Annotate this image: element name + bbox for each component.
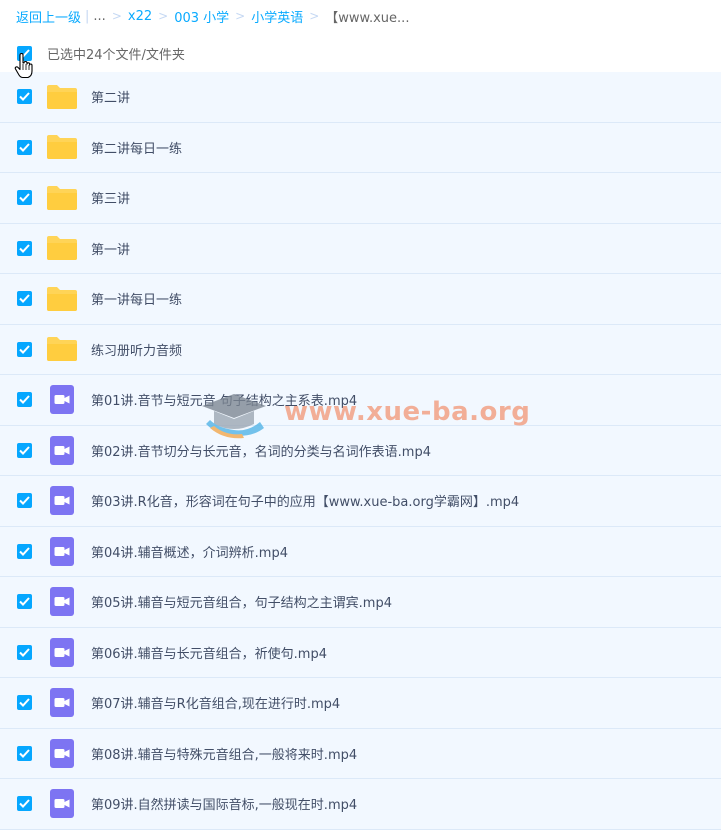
video-file-icon — [46, 434, 78, 466]
watermark: www.xue-ba.org — [198, 384, 530, 440]
check-icon — [19, 698, 30, 708]
check-icon — [19, 496, 30, 506]
breadcrumb-item-english[interactable]: 小学英语 — [251, 7, 303, 26]
row-checkbox[interactable] — [17, 291, 32, 307]
file-name[interactable]: 第一讲 — [91, 239, 130, 258]
check-icon — [19, 294, 30, 304]
video-file-icon — [46, 636, 78, 668]
breadcrumb-item-003[interactable]: 003 小学 — [174, 7, 229, 26]
check-icon — [19, 345, 30, 354]
check-icon — [19, 92, 30, 102]
video-file-icon — [46, 384, 78, 416]
row-checkbox[interactable] — [17, 190, 32, 206]
breadcrumb-separator-icon: > — [111, 9, 122, 23]
row-checkbox[interactable] — [17, 745, 32, 761]
folder-icon — [46, 131, 78, 163]
breadcrumb-current: 【www.xue... — [325, 10, 410, 26]
hand-cursor-icon — [14, 53, 33, 79]
breadcrumb-separator-icon: > — [309, 9, 320, 23]
file-row[interactable]: 第一讲 — [0, 223, 721, 274]
file-name[interactable]: 第06讲.辅音与长元音组合，祈使句.mp4 — [91, 643, 327, 662]
file-name[interactable]: 第一讲每日一练 — [91, 289, 182, 308]
check-icon — [19, 395, 30, 405]
breadcrumb-divider: | — [85, 8, 90, 24]
folder-icon — [46, 283, 78, 315]
row-checkbox[interactable] — [17, 442, 32, 458]
file-name[interactable]: 第09讲.自然拼读与国际音标,一般现在时.mp4 — [91, 794, 357, 813]
file-row[interactable]: 第07讲.辅音与R化音组合,现在进行时.mp4 — [0, 678, 721, 729]
selection-bar: 已选中24个文件/文件夹 — [0, 38, 721, 68]
selection-count: 已选中24个文件/文件夹 — [47, 47, 185, 63]
video-file-icon — [46, 687, 78, 719]
folder-icon — [46, 81, 78, 113]
breadcrumb-ellipsis[interactable]: ... — [93, 9, 105, 24]
file-row[interactable]: 第09讲.自然拼读与国际音标,一般现在时.mp4 — [0, 779, 721, 830]
check-icon — [19, 446, 30, 455]
check-icon — [19, 799, 30, 809]
check-icon — [19, 143, 30, 152]
check-icon — [19, 193, 30, 203]
row-checkbox[interactable] — [17, 796, 32, 812]
file-name[interactable]: 练习册听力音频 — [91, 340, 182, 359]
row-checkbox[interactable] — [17, 543, 32, 559]
check-icon — [19, 597, 30, 607]
breadcrumb: 返回上一级 | ... > x22 > 003 小学 > 小学英语 > 【www… — [16, 5, 409, 27]
file-name[interactable]: 第08讲.辅音与特殊元音组合,一般将来时.mp4 — [91, 744, 357, 763]
row-checkbox[interactable] — [17, 240, 32, 256]
graduation-cap-logo-icon — [202, 394, 266, 439]
row-checkbox[interactable] — [17, 493, 32, 509]
breadcrumb-item-x22[interactable]: x22 — [128, 9, 152, 24]
file-row[interactable]: 第二讲 — [0, 72, 721, 123]
row-checkbox[interactable] — [17, 695, 32, 711]
breadcrumb-separator-icon: > — [158, 9, 169, 23]
file-name[interactable]: 第二讲每日一练 — [91, 138, 182, 157]
check-icon — [19, 244, 30, 253]
row-checkbox[interactable] — [17, 139, 32, 155]
file-name[interactable]: 第02讲.音节切分与长元音，名词的分类与名词作表语.mp4 — [91, 441, 431, 460]
row-checkbox[interactable] — [17, 341, 32, 357]
folder-icon — [46, 232, 78, 264]
row-checkbox[interactable] — [17, 392, 32, 408]
row-checkbox[interactable] — [17, 89, 32, 105]
file-row[interactable]: 练习册听力音频 — [0, 324, 721, 375]
back-link[interactable]: 返回上一级 — [16, 7, 81, 26]
row-checkbox[interactable] — [17, 644, 32, 660]
breadcrumb-separator-icon: > — [235, 9, 246, 23]
file-list: 第二讲 第二讲每日一练 第三讲 第一讲 第一讲每日一练 练习册听力音频 第01讲.音节与短元… — [0, 72, 721, 830]
file-row[interactable]: 第03讲.R化音，形容词在句子中的应用【www.xue-ba.org学霸网】.m… — [0, 476, 721, 527]
check-icon — [19, 648, 30, 657]
file-row[interactable]: 第08讲.辅音与特殊元音组合,一般将来时.mp4 — [0, 728, 721, 779]
file-name[interactable]: 第03讲.R化音，形容词在句子中的应用【www.xue-ba.org学霸网】.m… — [91, 491, 519, 510]
video-file-icon — [46, 788, 78, 820]
file-row[interactable]: 第三讲 — [0, 173, 721, 224]
file-row[interactable]: 第一讲每日一练 — [0, 274, 721, 325]
folder-icon — [46, 182, 78, 214]
file-name[interactable]: 第二讲 — [91, 87, 130, 106]
video-file-icon — [46, 535, 78, 567]
video-file-icon — [46, 485, 78, 517]
file-name[interactable]: 第04讲.辅音概述，介词辨析.mp4 — [91, 542, 288, 561]
video-file-icon — [46, 737, 78, 769]
video-file-icon — [46, 586, 78, 618]
check-icon — [19, 749, 30, 758]
file-name[interactable]: 第07讲.辅音与R化音组合,现在进行时.mp4 — [91, 693, 340, 712]
file-row[interactable]: 第04讲.辅音概述，介词辨析.mp4 — [0, 526, 721, 577]
watermark-text: www.xue-ba.org — [284, 397, 531, 427]
file-row[interactable]: 第05讲.辅音与短元音组合，句子结构之主谓宾.mp4 — [0, 577, 721, 628]
file-row[interactable]: 第二讲每日一练 — [0, 122, 721, 173]
file-name[interactable]: 第三讲 — [91, 188, 130, 207]
check-icon — [19, 547, 30, 556]
row-checkbox[interactable] — [17, 594, 32, 610]
file-row[interactable]: 第06讲.辅音与长元音组合，祈使句.mp4 — [0, 627, 721, 678]
folder-icon — [46, 333, 78, 365]
file-name[interactable]: 第05讲.辅音与短元音组合，句子结构之主谓宾.mp4 — [91, 592, 392, 611]
